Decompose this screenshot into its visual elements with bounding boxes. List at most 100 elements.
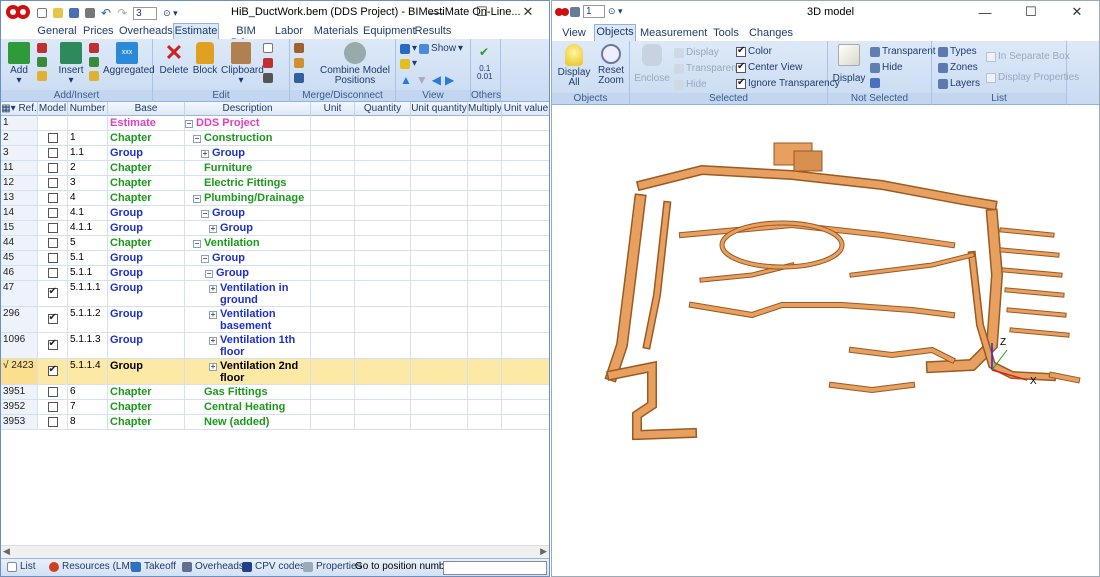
insert-small-icon[interactable] xyxy=(89,57,99,67)
delete-small-icon[interactable] xyxy=(37,43,47,53)
table-row[interactable]: 3952 7 Chapter Central Heating xyxy=(1,400,549,415)
expand-icon[interactable]: + xyxy=(209,285,217,294)
model-icon[interactable] xyxy=(570,6,580,17)
model-checkbox[interactable] xyxy=(47,223,58,233)
expand-icon[interactable]: + xyxy=(209,225,217,234)
scroll-left-icon[interactable]: ◀ xyxy=(3,546,10,557)
model-checkbox[interactable] xyxy=(47,163,58,173)
show-dropdown[interactable]: ▾ Show ▾ xyxy=(400,43,463,54)
tab-list[interactable]: List xyxy=(7,561,36,572)
save-icon[interactable] xyxy=(69,8,79,18)
table-row[interactable]: √ 24235.1.1.4Group+Ventilation 2nd floor xyxy=(1,359,549,385)
star-icon[interactable] xyxy=(400,58,410,69)
folder-small-icon[interactable] xyxy=(37,71,47,81)
model-checkbox[interactable] xyxy=(47,417,58,427)
tab-objects[interactable]: Objects xyxy=(594,24,636,41)
model-checkbox[interactable] xyxy=(47,238,58,248)
checkmark-icon[interactable]: ✔ xyxy=(479,45,489,59)
model-checkbox[interactable] xyxy=(47,148,58,158)
column-header-unit-value[interactable]: Unit value xyxy=(502,102,549,116)
tab-changes[interactable]: Changes xyxy=(748,26,794,41)
model-checkbox[interactable] xyxy=(47,193,58,203)
table-row[interactable]: 13 4 Chapter − Plumbing/Drainage xyxy=(1,191,549,206)
table-row[interactable]: 45 5.1 Group − Group xyxy=(1,251,549,266)
enclose-button[interactable]: Enclose xyxy=(634,44,670,84)
collapse-icon[interactable]: − xyxy=(193,135,201,144)
ignore-transparency-checkbox[interactable]: Ignore Transparency xyxy=(736,77,840,89)
column-header-model[interactable]: Model xyxy=(38,102,68,116)
model-checkbox[interactable] xyxy=(47,338,58,350)
not-selected-display-button[interactable]: Display xyxy=(832,44,866,84)
maximize-button[interactable]: ☐ xyxy=(1008,1,1054,23)
expand-icon[interactable]: + xyxy=(209,311,217,320)
tab-tools[interactable]: Tools xyxy=(710,26,742,41)
table-row[interactable]: 1 Estimate − DDS Project xyxy=(1,116,549,131)
tab-bim-prices[interactable]: BIM Prices xyxy=(223,24,269,49)
tab-properties[interactable]: Properties xyxy=(303,561,362,572)
level-spin-icon[interactable]: ⊙ ▾ xyxy=(163,8,178,19)
reset-zoom-button[interactable]: Reset Zoom xyxy=(594,44,628,86)
center-view-checkbox[interactable]: Center View xyxy=(736,61,802,73)
tab-materials[interactable]: Materials xyxy=(311,24,361,39)
model-level-input[interactable]: 1 xyxy=(583,5,605,18)
collapse-icon[interactable]: − xyxy=(193,240,201,249)
add-button[interactable]: Add ▾ xyxy=(5,42,33,86)
goto-position-input[interactable] xyxy=(443,561,547,575)
grid-settings-icon[interactable]: ▦▾ xyxy=(1,103,18,114)
tab-measurement[interactable]: Measurement xyxy=(640,26,707,41)
scroll-right-icon[interactable]: ▶ xyxy=(540,546,547,557)
not-selected-transparent-button[interactable]: Transparent xyxy=(870,46,936,57)
tab-overheads[interactable]: Overheads xyxy=(182,561,244,572)
undo-icon[interactable]: ↶ xyxy=(101,6,111,20)
table-row[interactable]: 2965.1.1.2Group+Ventilation basement xyxy=(1,307,549,333)
model-checkbox[interactable] xyxy=(47,387,58,397)
grid-icon[interactable] xyxy=(294,58,304,68)
model-checkbox[interactable] xyxy=(47,133,58,143)
selected-transparent-button[interactable]: Transparent xyxy=(674,63,740,74)
clipboard-button[interactable]: Clipboard ▾ xyxy=(221,42,264,86)
table-row[interactable]: 15 4.1.1 Group + Group xyxy=(1,221,549,236)
collapse-icon[interactable]: − xyxy=(193,195,201,204)
model-checkbox[interactable] xyxy=(47,402,58,412)
block-button[interactable]: Block xyxy=(191,42,219,76)
column-header-ref[interactable]: ▦▾ Ref. xyxy=(1,102,38,116)
arrow-up-icon[interactable]: ▲ xyxy=(400,73,412,87)
model-checkbox[interactable] xyxy=(47,312,58,324)
table-row[interactable]: 3 1.1 Group + Group xyxy=(1,146,549,161)
tab-overheads[interactable]: Overheads xyxy=(119,24,173,39)
collapse-icon[interactable]: − xyxy=(201,255,209,264)
model-checkbox[interactable] xyxy=(47,286,58,298)
print-icon[interactable] xyxy=(85,8,95,18)
table-row[interactable]: 12 3 Chapter Electric Fittings xyxy=(1,176,549,191)
not-selected-extra-button[interactable] xyxy=(870,78,880,88)
display-all-button[interactable]: Display All xyxy=(556,44,592,88)
combine-model-positions-button[interactable]: Combine Model Positions xyxy=(316,42,394,86)
horizontal-scrollbar[interactable]: ◀ ▶ xyxy=(1,545,549,559)
selected-hide-button[interactable]: Hide xyxy=(674,79,707,90)
collapse-icon[interactable]: − xyxy=(201,210,209,219)
minimize-button[interactable]: — xyxy=(413,1,459,23)
column-header-multiply[interactable]: Multiply xyxy=(468,102,502,116)
table-row[interactable]: 14 4.1 Group − Group xyxy=(1,206,549,221)
tab-labor[interactable]: Labor xyxy=(273,24,305,39)
tab-estimate[interactable]: Estimate xyxy=(173,23,219,40)
table-row[interactable]: 3953 8Chapter New (added) elements xyxy=(1,415,549,430)
print-small-icon[interactable] xyxy=(263,73,273,83)
delete-button[interactable]: ✕ Delete xyxy=(159,42,189,76)
close-button[interactable]: ✕ xyxy=(1054,1,1099,23)
separate-box-checkbox[interactable]: In Separate Box xyxy=(986,51,1070,62)
arrow-left-icon[interactable]: ◀ xyxy=(432,73,441,87)
expand-icon[interactable]: + xyxy=(201,150,209,159)
column-header-base[interactable]: Base xyxy=(108,102,185,116)
types-button[interactable]: Types xyxy=(938,46,977,57)
table-row[interactable]: 44 5 Chapter − Ventilation xyxy=(1,236,549,251)
table-row[interactable]: 475.1.1.1Group+Ventilation in ground xyxy=(1,281,549,307)
collapse-icon[interactable]: − xyxy=(185,120,193,129)
model-checkbox[interactable] xyxy=(47,208,58,218)
maximize-button[interactable]: ☐ xyxy=(459,1,505,23)
table-row[interactable]: 46 5.1.1 Group − Group xyxy=(1,266,549,281)
column-header-number[interactable]: Number xyxy=(68,102,108,116)
model-checkbox[interactable] xyxy=(47,253,58,263)
column-header-unit[interactable]: Unit xyxy=(311,102,355,116)
level-input[interactable]: 3 xyxy=(133,6,158,20)
